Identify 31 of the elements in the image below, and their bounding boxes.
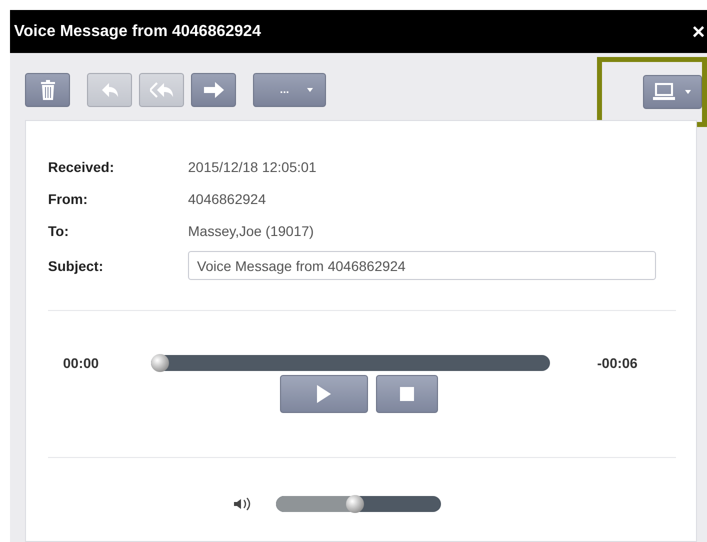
elapsed-time: 00:00 bbox=[62, 355, 100, 371]
field-value: 2015/12/18 12:05:01 bbox=[188, 158, 316, 174]
caret-icon bbox=[307, 88, 314, 92]
forward-button[interactable] bbox=[191, 73, 236, 107]
stop-button[interactable] bbox=[376, 375, 438, 413]
close-button[interactable]: × bbox=[690, 20, 707, 42]
trash-icon bbox=[40, 80, 54, 100]
speaker-icon bbox=[234, 496, 250, 512]
reply-icon bbox=[100, 82, 118, 98]
volume-slider[interactable] bbox=[276, 496, 440, 512]
device-dropdown[interactable] bbox=[642, 75, 702, 109]
slider-thumb[interactable] bbox=[150, 354, 169, 372]
remaining-time: -00:06 bbox=[596, 355, 639, 371]
progress-slider[interactable] bbox=[150, 355, 550, 371]
field-value: 4046862924 bbox=[188, 190, 266, 206]
field-label: Received: bbox=[48, 158, 116, 174]
field-label: Subject: bbox=[48, 258, 104, 274]
reply-all-icon bbox=[150, 82, 174, 98]
subject-field[interactable]: Voice Message from 4046862924 bbox=[188, 251, 656, 280]
field-label: From: bbox=[48, 190, 89, 206]
play-icon bbox=[317, 385, 331, 403]
window-title: Voice Message from 4046862924 bbox=[14, 22, 261, 40]
arrow-right-icon bbox=[204, 82, 224, 98]
slider-thumb[interactable] bbox=[346, 495, 364, 513]
field-label: To: bbox=[48, 222, 70, 238]
laptop-icon bbox=[653, 83, 675, 101]
stop-icon bbox=[400, 387, 414, 401]
delete-button[interactable] bbox=[25, 73, 70, 107]
play-button[interactable] bbox=[280, 375, 368, 413]
field-value: Massey,Joe (19017) bbox=[188, 222, 314, 238]
caret-icon bbox=[685, 90, 691, 94]
